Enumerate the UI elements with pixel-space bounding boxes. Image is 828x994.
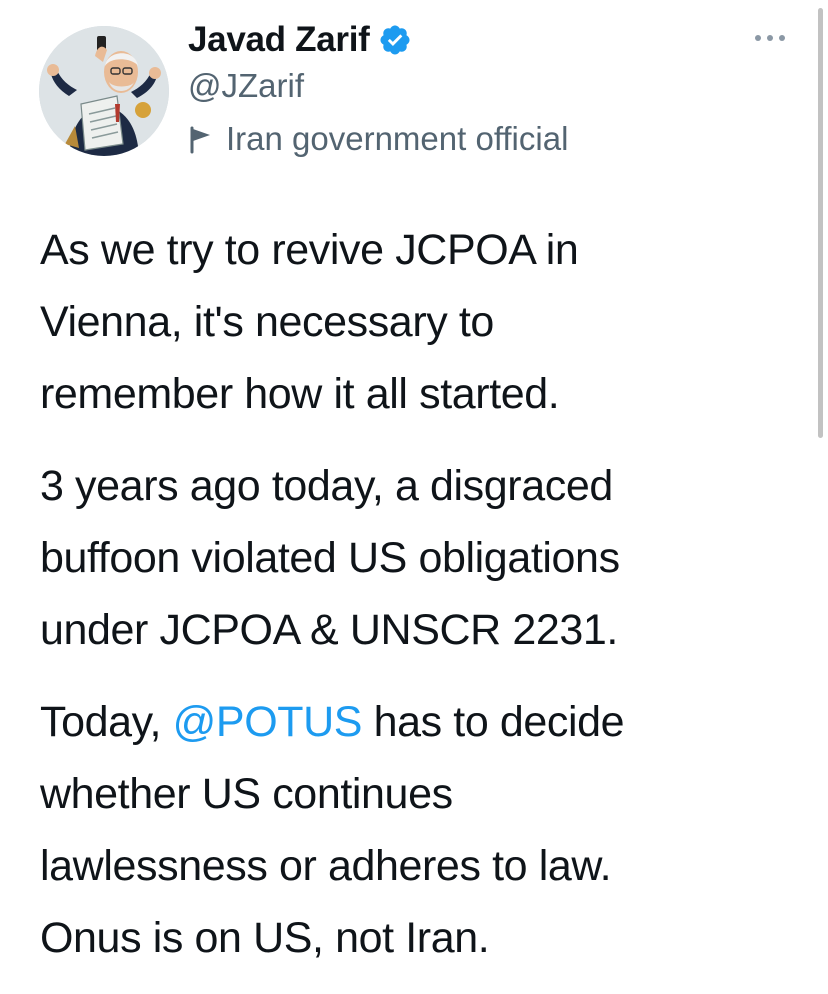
text-segment: has to decide <box>362 698 625 746</box>
tweet-line-with-mention: Today, @POTUS has to decide <box>40 686 810 758</box>
avatar[interactable] <box>39 26 169 156</box>
more-horizontal-icon[interactable] <box>752 30 788 46</box>
user-handle[interactable]: @JZarif <box>188 65 568 107</box>
caricature-avatar-icon <box>39 26 169 156</box>
tweet-line: Onus is on US, not Iran. <box>40 914 490 962</box>
tweet-line: whether US continues <box>40 770 453 818</box>
display-name-row: Javad Zarif <box>188 18 568 62</box>
tweet-line: under JCPOA & UNSCR 2231. <box>40 606 618 654</box>
text-segment: Today, <box>40 698 173 746</box>
tweet-paragraph-3: Today, @POTUS has to decide whether US c… <box>40 686 810 974</box>
tweet-line: lawlessness or adheres to law. <box>40 842 612 890</box>
government-label-text: Iran government official <box>226 120 569 157</box>
verified-badge-icon <box>378 23 412 57</box>
government-label[interactable]: Iran government official <box>188 117 568 161</box>
tweet-paragraph-1: As we try to revive JCPOA in Vienna, it'… <box>40 214 810 430</box>
tweet-text: As we try to revive JCPOA in Vienna, it'… <box>40 214 810 994</box>
mention-link-potus[interactable]: @POTUS <box>173 698 363 746</box>
tweet-line: buffoon violated US obligations <box>40 534 620 582</box>
tweet-paragraph-2: 3 years ago today, a disgraced buffoon v… <box>40 450 810 666</box>
tweet-line: remember how it all started. <box>40 370 560 418</box>
tweet-line: As we try to revive JCPOA in <box>40 226 579 274</box>
scrollbar[interactable] <box>818 8 823 438</box>
government-flag-icon <box>188 124 214 154</box>
display-name[interactable]: Javad Zarif <box>188 20 370 60</box>
author-info: Javad Zarif @JZarif Iran government offi… <box>188 18 568 161</box>
tweet-line: 3 years ago today, a disgraced <box>40 462 613 510</box>
tweet-line: Vienna, it's necessary to <box>40 298 494 346</box>
tweet-card: Javad Zarif @JZarif Iran government offi… <box>0 0 828 985</box>
